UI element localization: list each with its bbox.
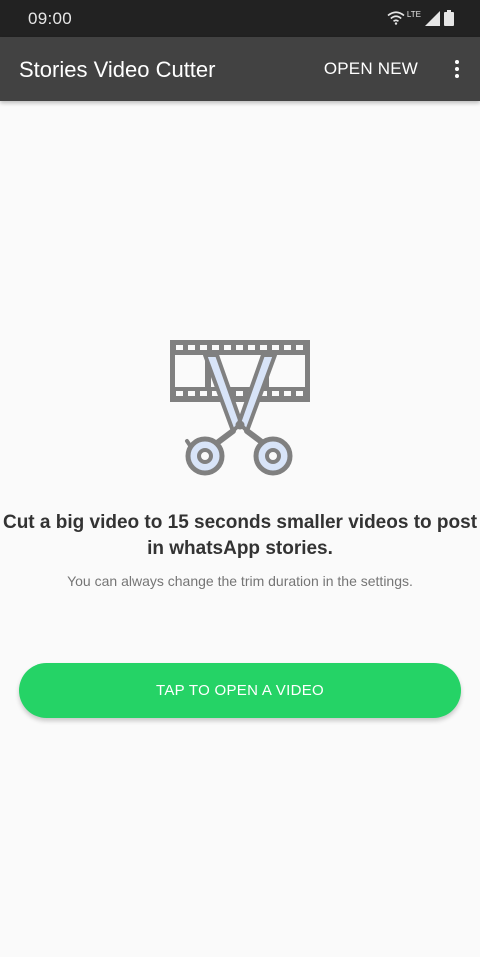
app-title: Stories Video Cutter: [19, 57, 216, 82]
network-type-label: LTE: [406, 9, 421, 19]
signal-icon: [425, 10, 440, 26]
open-video-button[interactable]: TAP TO OPEN A VIDEO: [19, 663, 461, 718]
status-icons: LTE: [387, 9, 454, 27]
subtext: You can always change the trim duration …: [67, 573, 413, 589]
headline: Cut a big video to 15 seconds smaller vi…: [2, 512, 478, 559]
app-bar: Stories Video Cutter OPEN NEW: [0, 37, 480, 101]
battery-icon: [444, 10, 454, 26]
open-video-button-label: TAP TO OPEN A VIDEO: [156, 682, 324, 699]
more-vert-icon[interactable]: [450, 55, 464, 83]
status-time: 09:00: [28, 9, 73, 28]
scissors-film-icon: [170, 340, 310, 476]
open-new-button[interactable]: OPEN NEW: [324, 59, 418, 79]
status-bar: 09:00 LTE: [0, 0, 480, 37]
wifi-icon: [387, 11, 405, 25]
